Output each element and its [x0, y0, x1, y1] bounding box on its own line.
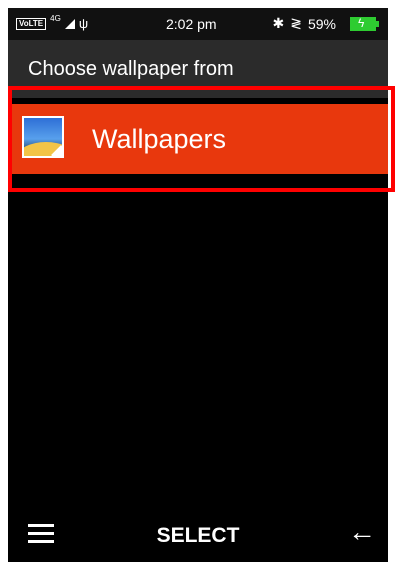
bluetooth-icon: ✱ [272, 15, 285, 31]
clock: 2:02 pm [166, 16, 217, 32]
list-item-label: Wallpapers [92, 124, 227, 154]
list-item-wallpapers[interactable]: Wallpapers [12, 104, 388, 174]
select-softkey[interactable]: SELECT [8, 524, 388, 548]
dialog-header: Choose wallpaper from [8, 40, 388, 98]
phone-screen: VoLTE 4G ψ 2:02 pm ✱ ≷ 59% ϟ Choose wall… [8, 8, 388, 562]
battery-percent: 59% [307, 15, 336, 32]
wallpaper-icon [22, 116, 64, 158]
dialog-title: Choose wallpaper from [28, 58, 234, 80]
status-bar: VoLTE 4G ψ 2:02 pm ✱ ≷ 59% ϟ [8, 8, 388, 40]
usb-icon: ψ [78, 16, 89, 31]
back-arrow-icon[interactable]: ← [348, 518, 376, 546]
battery-icon: ϟ [350, 16, 379, 31]
signal-icon [64, 18, 75, 29]
softkey-bar: SELECT ← [8, 508, 388, 562]
volte-badge: VoLTE [16, 17, 47, 30]
data-icon: ≷ [290, 15, 302, 31]
status-left: VoLTE 4G ψ [16, 14, 89, 31]
status-right: ✱ ≷ 59% ϟ [272, 15, 379, 32]
network-type: 4G [50, 14, 61, 23]
